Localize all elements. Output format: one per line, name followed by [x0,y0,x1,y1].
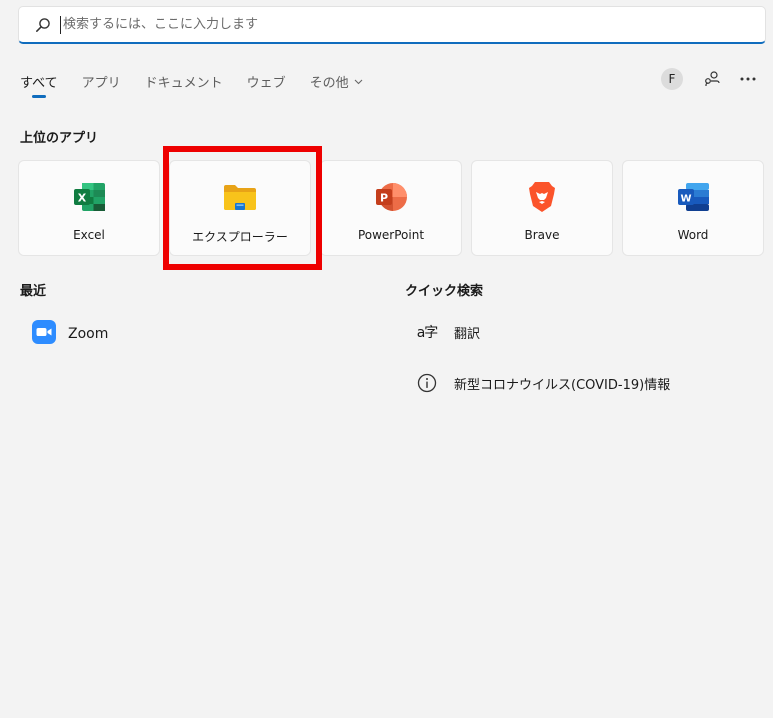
avatar-initial: F [668,72,676,86]
zoom-icon [32,320,56,348]
recent-item-label: Zoom [68,326,109,342]
recent-item-zoom[interactable]: Zoom [32,320,108,348]
translate-glyph: a字 [416,325,439,341]
translate-icon: a字 [416,321,439,343]
app-tile-excel[interactable]: X Excel [18,160,160,256]
quick-search-label: 新型コロナウイルス(COVID-19)情報 [454,377,671,393]
app-label: Word [677,228,709,242]
powerpoint-icon: P [374,180,408,214]
top-right-controls: F [661,68,759,90]
account-avatar[interactable]: F [661,68,683,90]
top-apps-title: 上位のアプリ [20,131,99,146]
tab-web-label: ウェブ [246,76,286,91]
info-icon [416,372,438,394]
tab-all-label: すべて [20,76,58,91]
recent-title: 最近 [20,284,47,299]
app-tile-brave[interactable]: Brave [471,160,613,256]
tab-all[interactable]: すべて [20,70,58,91]
app-label: Excel [73,228,105,242]
quick-search-translate[interactable]: a字 翻訳 [416,321,480,343]
svg-text:X: X [78,192,87,205]
tab-apps[interactable]: アプリ [82,70,121,91]
tab-more-label: その他 [309,76,349,91]
quick-search-covid-info[interactable]: 新型コロナウイルス(COVID-19)情報 [416,372,670,394]
file-explorer-icon [223,180,257,214]
tab-documents-label: ドキュメント [144,76,223,91]
app-label: エクスプローラー [192,230,288,244]
search-box[interactable] [18,6,766,44]
app-tile-file-explorer[interactable]: エクスプローラー [169,160,311,256]
app-tile-powerpoint[interactable]: P PowerPoint [320,160,462,256]
quick-search-title: クイック検索 [405,284,484,299]
app-label: PowerPoint [357,228,425,242]
filter-tabs: すべて アプリ ドキュメント ウェブ その他 [20,70,387,102]
share-network-icon[interactable] [701,68,723,90]
tab-web[interactable]: ウェブ [247,70,286,91]
more-icon[interactable] [737,68,759,90]
top-apps-list: X Excel エクスプローラー P PowerPoint Brave W Wo… [18,160,764,256]
svg-text:W: W [680,194,691,205]
tab-apps-label: アプリ [81,76,121,91]
tab-more[interactable]: その他 [310,70,363,91]
word-icon: W [676,180,710,214]
quick-search-label: 翻訳 [454,326,481,342]
tab-documents[interactable]: ドキュメント [145,70,223,91]
svg-text:P: P [380,192,388,205]
search-icon [32,14,54,36]
app-tile-word[interactable]: W Word [622,160,764,256]
search-input[interactable] [60,15,743,34]
brave-icon [525,180,559,214]
chevron-down-icon [354,79,363,85]
app-label: Brave [524,228,560,242]
excel-icon: X [72,180,106,214]
